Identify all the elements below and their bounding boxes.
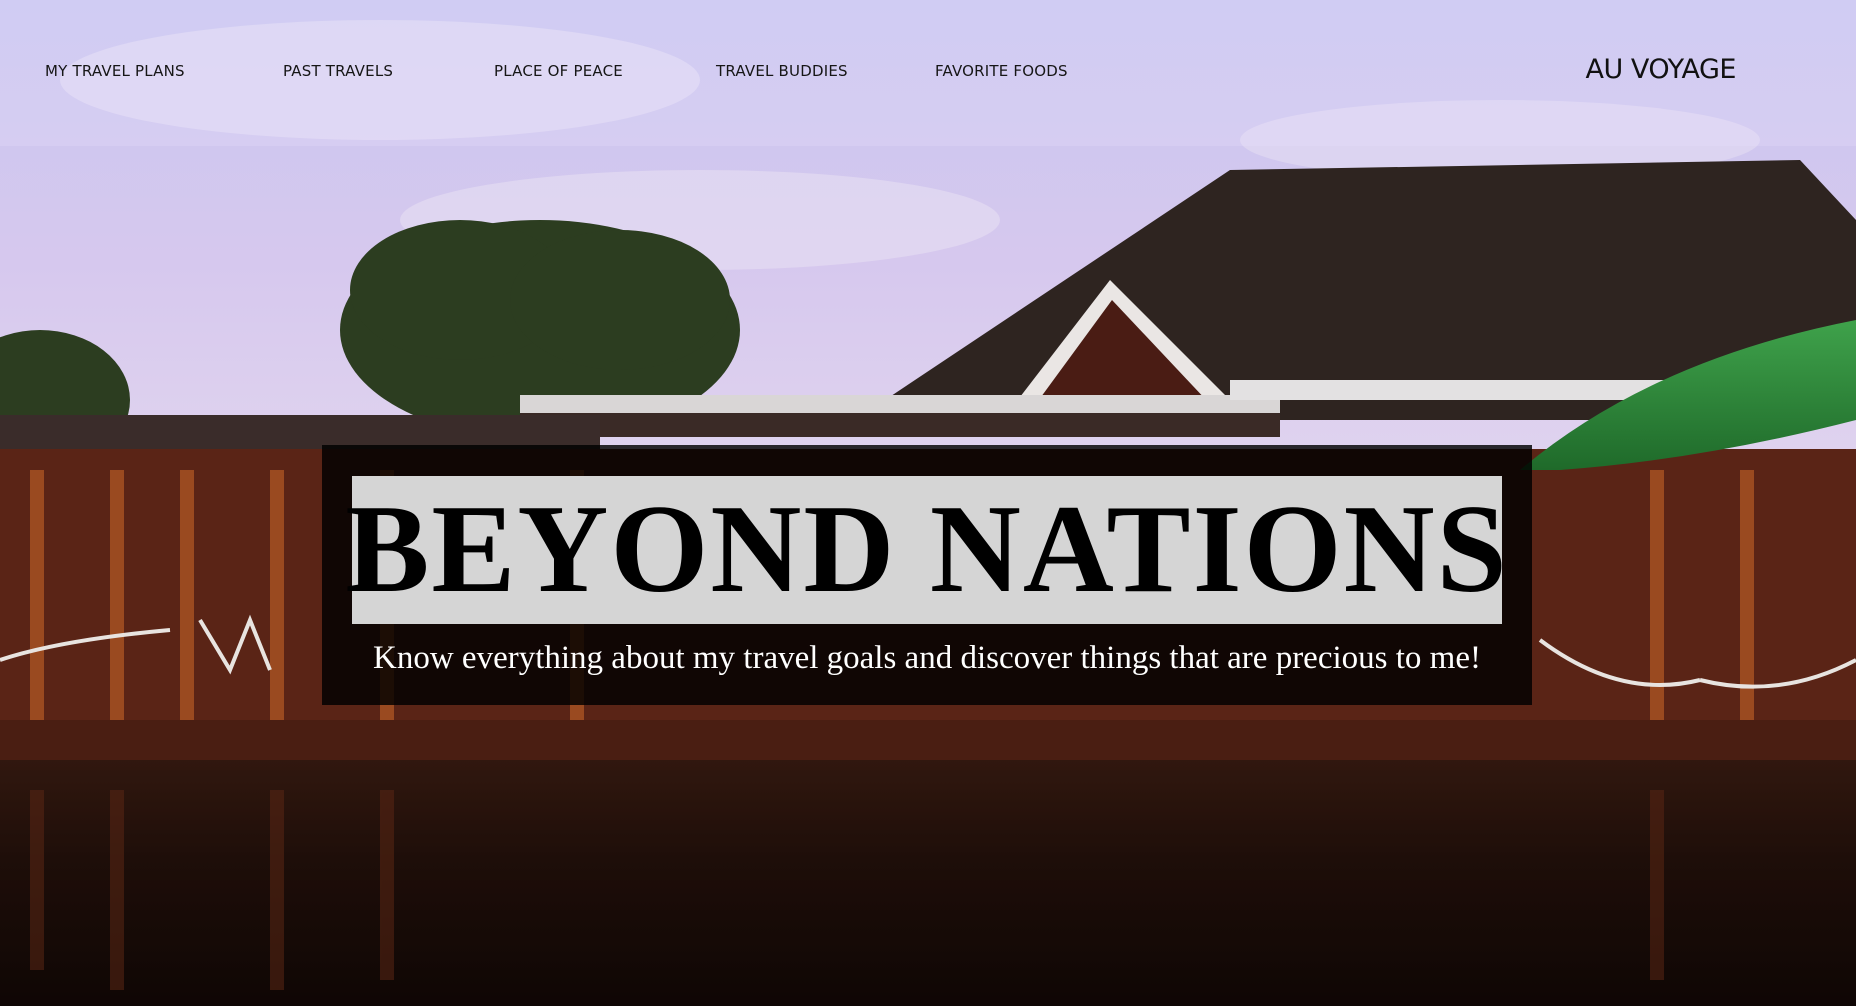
brand-logo[interactable]: AU VOYAGE <box>1586 54 1737 85</box>
nav-item-place-of-peace[interactable]: PLACE OF PEACE <box>494 62 623 80</box>
nav-item-favorite-foods[interactable]: FAVORITE FOODS <box>935 62 1068 80</box>
main-nav: MY TRAVEL PLANS PAST TRAVELS PLACE OF PE… <box>0 0 1856 146</box>
hero-title: BEYOND NATIONS <box>345 480 1509 619</box>
hero-subtitle: Know everything about my travel goals an… <box>373 640 1481 676</box>
nav-item-my-travel-plans[interactable]: MY TRAVEL PLANS <box>45 62 185 80</box>
nav-item-past-travels[interactable]: PAST TRAVELS <box>283 62 393 80</box>
nav-item-travel-buddies[interactable]: TRAVEL BUDDIES <box>716 62 848 80</box>
hero-title-box: BEYOND NATIONS <box>345 476 1507 624</box>
